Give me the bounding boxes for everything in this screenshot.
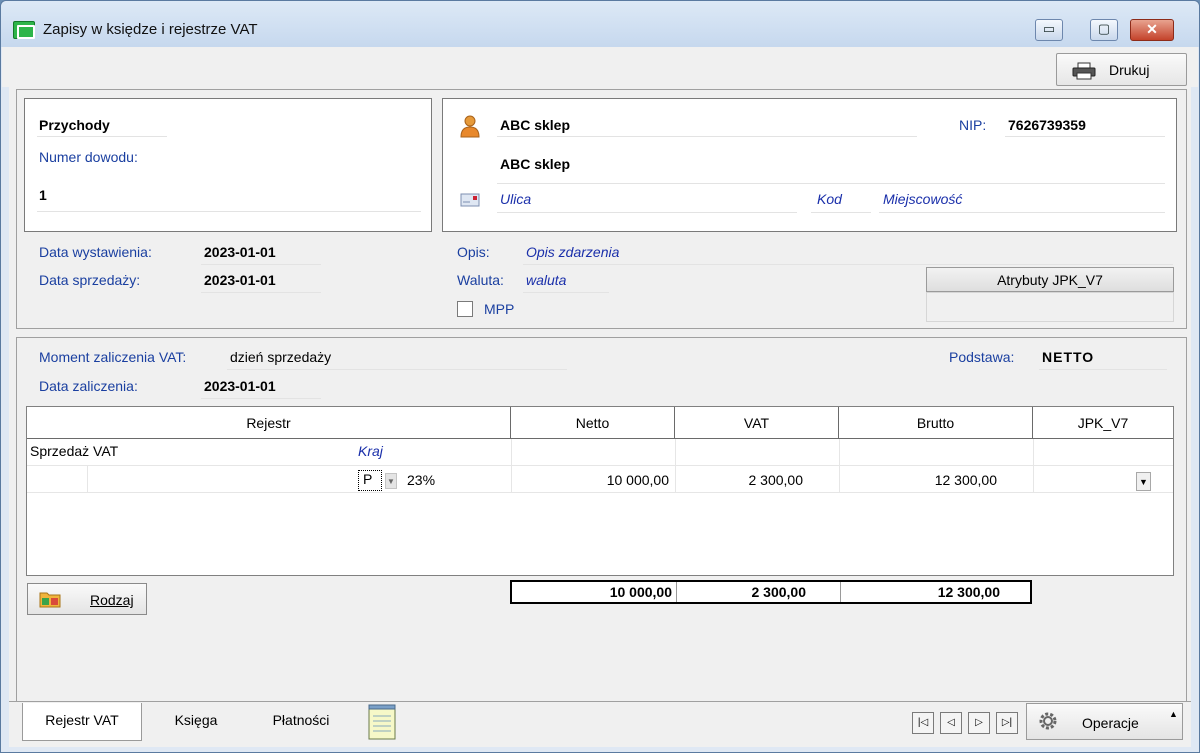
register-group-country[interactable]: Kraj [358,443,383,459]
vat-moment-field[interactable]: dzień sprzedaży [230,349,331,365]
caret-up-icon: ▲ [1169,709,1178,719]
app-icon [13,21,35,39]
zip-field[interactable]: Kod [817,191,842,207]
rodzaj-label: Rodzaj [90,592,134,608]
nav-next-button[interactable]: ▷ [968,712,990,734]
jpk-attributes-box [926,292,1174,322]
person-icon [460,115,480,138]
total-brutto: 12 300,00 [937,584,1000,600]
maximize-button[interactable]: ▢ [1090,19,1118,41]
currency-label: Waluta: [457,272,504,288]
jpk-attributes-button[interactable]: Atrybuty JPK_V7 [926,267,1174,292]
basis-label: Podstawa: [949,349,1015,365]
vat-rate[interactable]: 23% [407,472,435,488]
vat-type-dropdown-icon[interactable]: ▼ [385,473,397,489]
vat-date-field[interactable]: 2023-01-01 [204,378,276,394]
minimize-icon: ▭ [1042,21,1056,36]
issue-date-field[interactable]: 2023-01-01 [204,244,276,260]
mpp-checkbox[interactable] [457,301,473,317]
vat-type-select[interactable]: P [358,470,382,491]
issue-date-label: Data wystawienia: [39,244,152,260]
contractor-full-name[interactable]: ABC sklep [500,156,570,172]
mpp-label: MPP [484,301,515,317]
basis-value[interactable]: NETTO [1042,349,1094,365]
nav-prev-button[interactable]: ◁ [940,712,962,734]
total-netto: 10 000,00 [609,584,672,600]
print-button[interactable]: Drukuj [1056,53,1187,86]
nip-label: NIP: [959,117,987,133]
contractor-name[interactable]: ABC sklep [500,117,570,133]
city-field[interactable]: Miejscowość [883,191,962,207]
envelope-icon [460,193,480,207]
totals-row: 10 000,00 2 300,00 12 300,00 [510,580,1032,604]
nip-value[interactable]: 7626739359 [1008,117,1086,133]
tab-platnosci[interactable]: Płatności [251,703,351,741]
column-header-brutto[interactable]: Brutto [839,407,1033,439]
row-netto[interactable]: 10 000,00 [541,472,669,488]
document-type: Przychody [39,117,110,133]
printer-icon [1072,62,1096,80]
total-vat: 2 300,00 [751,584,807,600]
vat-register-grid: Rejestr Netto VAT Brutto JPK_V7 [26,406,1174,576]
sale-date-label: Data sprzedaży: [39,272,141,288]
column-header-vat[interactable]: VAT [675,407,839,439]
window-title: Zapisy w księdze i rejestrze VAT [43,21,258,38]
operations-label: Operacje [1082,715,1139,731]
maximize-icon: ▢ [1097,21,1111,36]
title-bar[interactable]: Zapisy w księdze i rejestrze VAT ▭ ▢ ✕ [1,1,1199,47]
column-header-jpk[interactable]: JPK_V7 [1033,407,1173,439]
street-field[interactable]: Ulica [500,191,531,207]
tab-rejestr-vat[interactable]: Rejestr VAT [22,703,142,741]
main-window: Zapisy w księdze i rejestrze VAT ▭ ▢ ✕ D… [0,0,1200,753]
gear-icon [1039,712,1057,730]
column-header-rejestr[interactable]: Rejestr [27,407,511,439]
sale-date-field[interactable]: 2023-01-01 [204,272,276,288]
nav-first-button[interactable]: |◁ [912,712,934,734]
vat-moment-label: Moment zaliczenia VAT: [39,349,187,365]
jpk-dropdown-icon[interactable]: ▼ [1136,472,1151,491]
register-group-name[interactable]: Sprzedaż VAT [30,443,118,459]
close-button[interactable]: ✕ [1130,19,1174,41]
tab-ksiega[interactable]: Księga [156,703,236,741]
folder-icon [39,592,61,608]
vat-date-label: Data zaliczenia: [39,378,138,394]
row-brutto[interactable]: 12 300,00 [881,472,997,488]
desc-field[interactable]: Opis zdarzenia [526,244,619,260]
operations-button[interactable]: Operacje ▲ [1026,703,1183,740]
nav-last-button[interactable]: ▷| [996,712,1018,734]
notepad-icon[interactable] [367,704,397,740]
rodzaj-button[interactable]: Rodzaj [27,583,147,615]
desc-label: Opis: [457,244,490,260]
minimize-button[interactable]: ▭ [1035,19,1063,41]
document-number-label: Numer dowodu: [39,149,138,165]
column-header-netto[interactable]: Netto [511,407,675,439]
row-vat[interactable]: 2 300,00 [701,472,804,488]
currency-field[interactable]: waluta [526,272,566,288]
document-number-field[interactable]: 1 [39,187,47,203]
toolbar [2,47,1198,87]
close-icon: ✕ [1146,21,1158,37]
print-label: Drukuj [1109,62,1150,78]
